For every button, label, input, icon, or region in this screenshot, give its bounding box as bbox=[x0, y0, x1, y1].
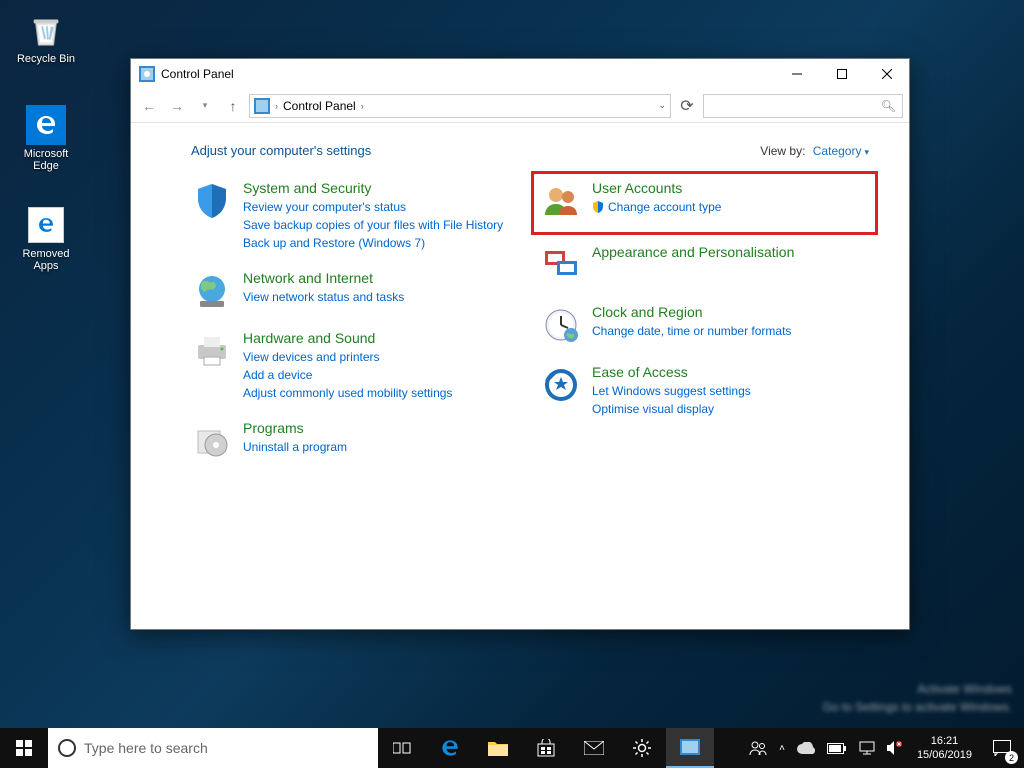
breadcrumb-item[interactable]: Control Panel bbox=[283, 99, 356, 113]
refresh-button[interactable]: ⟳ bbox=[675, 94, 699, 118]
tray-clock[interactable]: 16:21 15/06/2019 bbox=[909, 734, 980, 763]
category-programs: Programs Uninstall a program bbox=[191, 420, 520, 462]
category-appearance: Appearance and Personalisation bbox=[540, 244, 869, 286]
category-link[interactable]: View network status and tasks bbox=[243, 288, 520, 306]
recycle-bin-icon bbox=[26, 10, 66, 50]
tray-onedrive[interactable] bbox=[791, 728, 821, 768]
task-view-button[interactable] bbox=[378, 728, 426, 768]
category-title[interactable]: Programs bbox=[243, 420, 520, 436]
appearance-icon bbox=[540, 244, 582, 286]
titlebar[interactable]: Control Panel bbox=[131, 59, 909, 89]
desktop-icon-recycle-bin[interactable]: Recycle Bin bbox=[10, 10, 82, 65]
category-user-accounts: User Accounts Change account type bbox=[531, 171, 878, 235]
minimize-button[interactable] bbox=[774, 59, 819, 89]
category-title[interactable]: Clock and Region bbox=[592, 304, 869, 320]
tray-battery[interactable] bbox=[821, 728, 853, 768]
tray-overflow[interactable]: ˄ bbox=[773, 728, 791, 768]
category-link[interactable]: Adjust commonly used mobility settings bbox=[243, 384, 520, 402]
category-clock-region: Clock and Region Change date, time or nu… bbox=[540, 304, 869, 346]
window-body: Adjust your computer's settings View by:… bbox=[131, 123, 909, 629]
category-link[interactable]: Let Windows suggest settings bbox=[592, 382, 869, 400]
control-panel-icon bbox=[139, 66, 155, 82]
taskbar-control-panel[interactable] bbox=[666, 728, 714, 768]
search-input[interactable] bbox=[704, 95, 902, 117]
category-title[interactable]: Network and Internet bbox=[243, 270, 520, 286]
desktop-icon-edge[interactable]: Microsoft Edge bbox=[10, 105, 82, 172]
forward-button: → bbox=[165, 94, 189, 118]
back-button: ← bbox=[137, 94, 161, 118]
category-title[interactable]: Appearance and Personalisation bbox=[592, 244, 869, 260]
category-title[interactable]: Ease of Access bbox=[592, 364, 869, 380]
taskbar-store[interactable] bbox=[522, 728, 570, 768]
ease-of-access-icon bbox=[540, 364, 582, 406]
taskbar-mail[interactable] bbox=[570, 728, 618, 768]
view-by-value[interactable]: Category▾ bbox=[813, 144, 869, 158]
edge-icon bbox=[26, 105, 66, 145]
category-link[interactable]: Optimise visual display bbox=[592, 400, 869, 418]
category-link[interactable]: Change account type bbox=[592, 198, 869, 216]
chevron-down-icon: ▾ bbox=[864, 147, 869, 157]
activate-windows-watermark: Activate Windows Go to Settings to activ… bbox=[823, 680, 1012, 716]
category-link[interactable]: Back up and Restore (Windows 7) bbox=[243, 234, 520, 252]
uac-shield-icon bbox=[592, 201, 604, 213]
category-system-security: System and Security Review your computer… bbox=[191, 180, 520, 252]
category-link[interactable]: Save backup copies of your files with Fi… bbox=[243, 216, 520, 234]
category-ease-of-access: Ease of Access Let Windows suggest setti… bbox=[540, 364, 869, 418]
control-panel-window: Control Panel ← → ▾ ↑ › Control Panel › … bbox=[130, 58, 910, 630]
up-button[interactable]: ↑ bbox=[221, 94, 245, 118]
page-heading: Adjust your computer's settings bbox=[191, 143, 371, 158]
desktop-icon-label: Microsoft Edge bbox=[24, 148, 69, 172]
taskbar-edge[interactable] bbox=[426, 728, 474, 768]
maximize-button[interactable] bbox=[819, 59, 864, 89]
desktop-icon-removed-apps[interactable]: Removed Apps bbox=[10, 205, 82, 272]
taskbar: Type here to search ˄ 16:21 15/06/2019 2 bbox=[0, 728, 1024, 768]
chevron-down-icon[interactable]: ⌄ bbox=[658, 100, 666, 111]
chevron-right-icon: › bbox=[275, 101, 278, 111]
search-placeholder: Type here to search bbox=[84, 740, 208, 756]
close-button[interactable] bbox=[864, 59, 909, 89]
cortana-icon bbox=[58, 739, 76, 757]
tray-people[interactable] bbox=[743, 728, 773, 768]
category-link[interactable]: Change date, time or number formats bbox=[592, 322, 869, 340]
category-hardware-sound: Hardware and Sound View devices and prin… bbox=[191, 330, 520, 402]
category-network-internet: Network and Internet View network status… bbox=[191, 270, 520, 312]
tray-volume[interactable] bbox=[881, 728, 909, 768]
category-link[interactable]: Review your computer's status bbox=[243, 198, 520, 216]
printer-icon bbox=[191, 330, 233, 372]
disc-icon bbox=[191, 420, 233, 462]
removed-apps-icon bbox=[26, 205, 66, 245]
clock-icon bbox=[540, 304, 582, 346]
tray-network[interactable] bbox=[853, 728, 881, 768]
category-title[interactable]: User Accounts bbox=[592, 180, 869, 196]
search-box[interactable]: 🔍︎ bbox=[703, 94, 903, 118]
category-title[interactable]: Hardware and Sound bbox=[243, 330, 520, 346]
taskbar-explorer[interactable] bbox=[474, 728, 522, 768]
taskbar-search[interactable]: Type here to search bbox=[48, 728, 378, 768]
window-title: Control Panel bbox=[161, 67, 234, 81]
category-link[interactable]: View devices and printers bbox=[243, 348, 520, 366]
view-by-control[interactable]: View by: Category▾ bbox=[760, 144, 869, 158]
users-icon bbox=[540, 180, 582, 222]
chevron-right-icon: › bbox=[361, 101, 364, 111]
shield-icon bbox=[191, 180, 233, 222]
breadcrumb-bar[interactable]: › Control Panel › ⌄ bbox=[249, 94, 671, 118]
category-link[interactable]: Uninstall a program bbox=[243, 438, 520, 456]
start-button[interactable] bbox=[0, 728, 48, 768]
recent-locations-button[interactable]: ▾ bbox=[193, 94, 217, 118]
action-center-button[interactable]: 2 bbox=[980, 728, 1024, 768]
control-panel-icon bbox=[254, 98, 270, 114]
desktop-icon-label: Recycle Bin bbox=[17, 53, 75, 65]
notification-badge: 2 bbox=[1005, 751, 1018, 764]
category-title[interactable]: System and Security bbox=[243, 180, 520, 196]
desktop-icon-label: Removed Apps bbox=[22, 248, 69, 272]
search-icon[interactable]: 🔍︎ bbox=[881, 99, 896, 113]
nav-toolbar: ← → ▾ ↑ › Control Panel › ⌄ ⟳ 🔍︎ bbox=[131, 89, 909, 123]
category-link[interactable]: Add a device bbox=[243, 366, 520, 384]
taskbar-settings[interactable] bbox=[618, 728, 666, 768]
globe-icon bbox=[191, 270, 233, 312]
